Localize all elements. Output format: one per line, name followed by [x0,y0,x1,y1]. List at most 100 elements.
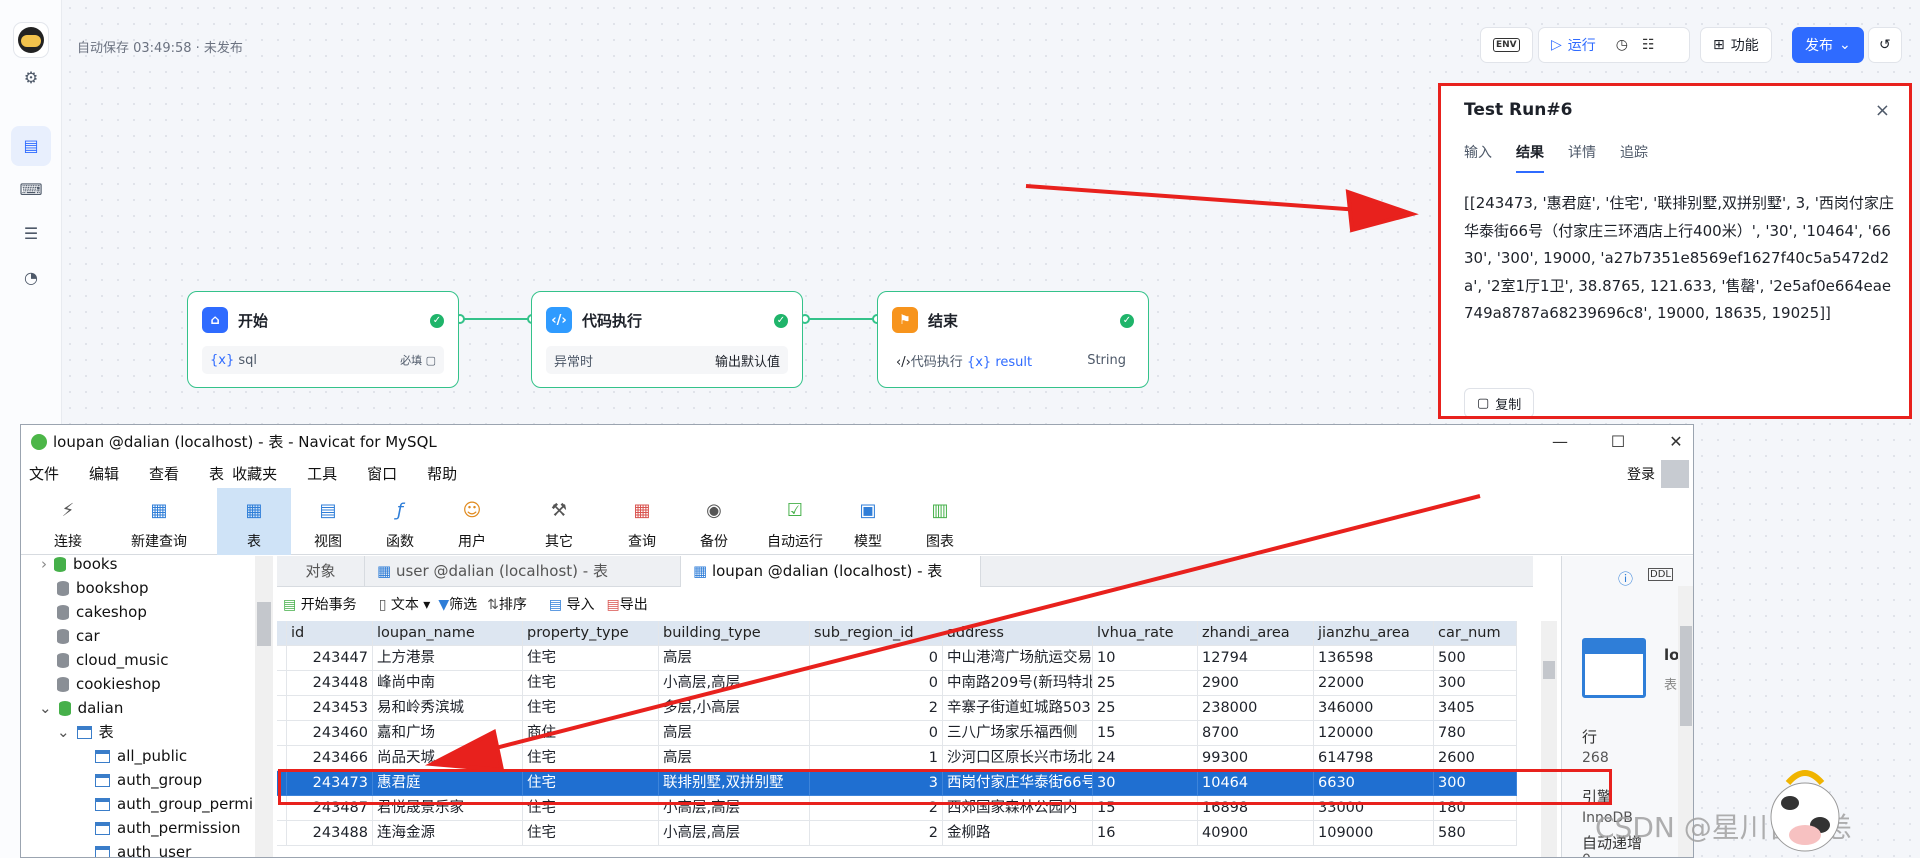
table-cell[interactable]: 0 [810,671,943,696]
tree-scrollbar[interactable] [255,556,273,857]
menu-edit[interactable]: 编辑 [89,463,119,484]
tree-table-auth-group-permi[interactable]: auth_group_permi [95,792,253,816]
table-cell[interactable]: 住宅 [523,671,659,696]
tree-db-bookshop[interactable]: bookshop [57,576,149,600]
tree-table-auth-user[interactable]: auth_user [95,840,191,857]
table-cell[interactable]: 25 [1093,696,1198,721]
col-building-type[interactable]: building_type [659,621,810,646]
col-jianzhu-area[interactable]: jianzhu_area [1314,621,1434,646]
menu-table[interactable]: 表 [209,463,224,484]
table-cell[interactable]: 580 [1434,821,1517,846]
menu-view[interactable]: 查看 [149,463,179,484]
filter-button[interactable]: ▼筛选 [438,594,477,614]
tree-db-cookieshop[interactable]: cookieshop [57,672,161,696]
table-cell[interactable]: 780 [1434,721,1517,746]
tree-db-cloud-music[interactable]: cloud_music [57,648,168,672]
col-lvhua-rate[interactable]: lvhua_rate [1093,621,1198,646]
table-cell[interactable]: 2600 [1434,746,1517,771]
table-cell[interactable]: 2 [810,696,943,721]
menu-window[interactable]: 窗口 [367,463,397,484]
table-cell[interactable]: 1 [810,746,943,771]
table-cell[interactable]: 住宅 [523,746,659,771]
col-zhandi-area[interactable]: zhandi_area [1198,621,1314,646]
sort-button[interactable]: ⇅排序 [487,594,527,614]
tool-chart[interactable]: ▥ 图表 [907,488,973,555]
table-row[interactable]: 243447 上方港景 住宅 高层 0 中山港湾广场航运交易 10 12794 136598 50… [277,646,1517,671]
tool-backup[interactable]: ◉ 备份 [681,488,747,555]
export-button[interactable]: ▤导出 [607,594,648,614]
row-marker[interactable] [277,721,287,746]
table-row[interactable]: 243453 易和岭秀滨城 住宅 多层,小高层 2 辛寨子街道虹城路503 25 238000… [277,696,1517,721]
node-code[interactable]: ‹/› 代码执行 ✓ 异常时 输出默认值 [531,291,803,388]
table-cell[interactable]: 16 [1093,821,1198,846]
tree-table-auth-permission[interactable]: auth_permission [95,816,241,840]
table-cell[interactable]: 高层 [659,721,810,746]
table-cell[interactable]: 2900 [1198,671,1314,696]
table-cell[interactable]: 99300 [1198,746,1314,771]
tool-new-query[interactable]: ▦ 新建查询 [109,488,209,555]
tree-folder-tables[interactable]: ⌄ 表 [57,720,114,744]
table-cell[interactable]: 40900 [1198,821,1314,846]
table-cell[interactable]: 商住 [523,721,659,746]
table-cell[interactable]: 243447 [287,646,373,671]
workflow-icon[interactable]: ▤ [11,126,51,166]
table-cell[interactable]: 500 [1434,646,1517,671]
table-cell[interactable]: 346000 [1314,696,1434,721]
table-cell[interactable]: 高层 [659,646,810,671]
table-cell[interactable]: 22000 [1314,671,1434,696]
tool-view[interactable]: ▤ 视图 [295,488,361,555]
sliders-icon[interactable]: ⚙ [19,66,43,90]
table-cell[interactable]: 尚品天城 [373,746,523,771]
grid-scrollbar[interactable] [1541,621,1557,857]
env-button[interactable]: ENV [1480,27,1533,63]
app-logo[interactable] [13,22,49,58]
table-cell[interactable]: 24 [1093,746,1198,771]
table-cell[interactable]: 136598 [1314,646,1434,671]
row-marker[interactable] [277,646,287,671]
begin-transaction-button[interactable]: ▤ 开始事务 [283,594,357,614]
history-button[interactable]: ↺ [1868,27,1902,63]
table-cell[interactable]: 中南路209号(新玛特北 [943,671,1093,696]
table-cell[interactable]: 上方港景 [373,646,523,671]
table-cell[interactable]: 小高层,高层 [659,671,810,696]
tree-db-cakeshop[interactable]: cakeshop [57,600,147,624]
table-row[interactable]: 243466 尚品天城 住宅 高层 1 沙河口区原长兴市场北 24 99300 614798 26… [277,746,1517,771]
table-row[interactable]: 243488 连海金源 住宅 小高层,高层 2 金柳路 16 40900 109000 580 [277,821,1517,846]
table-cell[interactable]: 小高层,高层 [659,821,810,846]
table-cell[interactable]: 住宅 [523,821,659,846]
publish-button[interactable]: 发布 ⌄ [1792,27,1864,63]
col-address[interactable]: address [943,621,1093,646]
run-button[interactable]: ▷ 运行 ◷ ☷ [1538,27,1690,63]
tool-other[interactable]: ⚒ 其它 [521,488,597,555]
menu-file[interactable]: 文件 [29,463,59,484]
table-cell[interactable]: 嘉和广场 [373,721,523,746]
avatar[interactable] [1661,460,1689,488]
table-cell[interactable]: 243466 [287,746,373,771]
table-cell[interactable]: 0 [810,646,943,671]
maximize-icon[interactable]: ☐ [1589,425,1647,458]
table-row[interactable]: 243448 峰尚中南 住宅 小高层,高层 0 中南路209号(新玛特北 25 2900 220… [277,671,1517,696]
table-cell[interactable]: 243448 [287,671,373,696]
login-link[interactable]: 登录 [1627,464,1655,484]
tool-connect[interactable]: ⚡ 连接 [35,488,101,555]
tool-query[interactable]: ▦ 查询 [609,488,675,555]
table-cell[interactable]: 12794 [1198,646,1314,671]
window-close-icon[interactable]: ✕ [1647,425,1693,458]
menu-tools[interactable]: 工具 [307,463,337,484]
table-cell[interactable]: 0 [810,721,943,746]
col-property-type[interactable]: property_type [523,621,659,646]
table-cell[interactable]: 25 [1093,671,1198,696]
table-cell[interactable]: 辛寨子街道虹城路503 [943,696,1093,721]
table-cell[interactable]: 峰尚中南 [373,671,523,696]
row-marker[interactable] [277,671,287,696]
table-cell[interactable]: 614798 [1314,746,1434,771]
table-cell[interactable]: 3405 [1434,696,1517,721]
table-row[interactable]: 243460 嘉和广场 商住 高层 0 三八广场家乐福西侧 15 8700 120000 780 [277,721,1517,746]
features-button[interactable]: ⊞ 功能 [1700,27,1772,63]
ddl-icon[interactable]: DDL [1648,568,1673,581]
table-cell[interactable]: 238000 [1198,696,1314,721]
col-car-num[interactable]: car_num [1434,621,1517,646]
table-cell[interactable]: 243460 [287,721,373,746]
tree-table-auth-group[interactable]: auth_group [95,768,202,792]
tool-model[interactable]: ▣ 模型 [835,488,901,555]
